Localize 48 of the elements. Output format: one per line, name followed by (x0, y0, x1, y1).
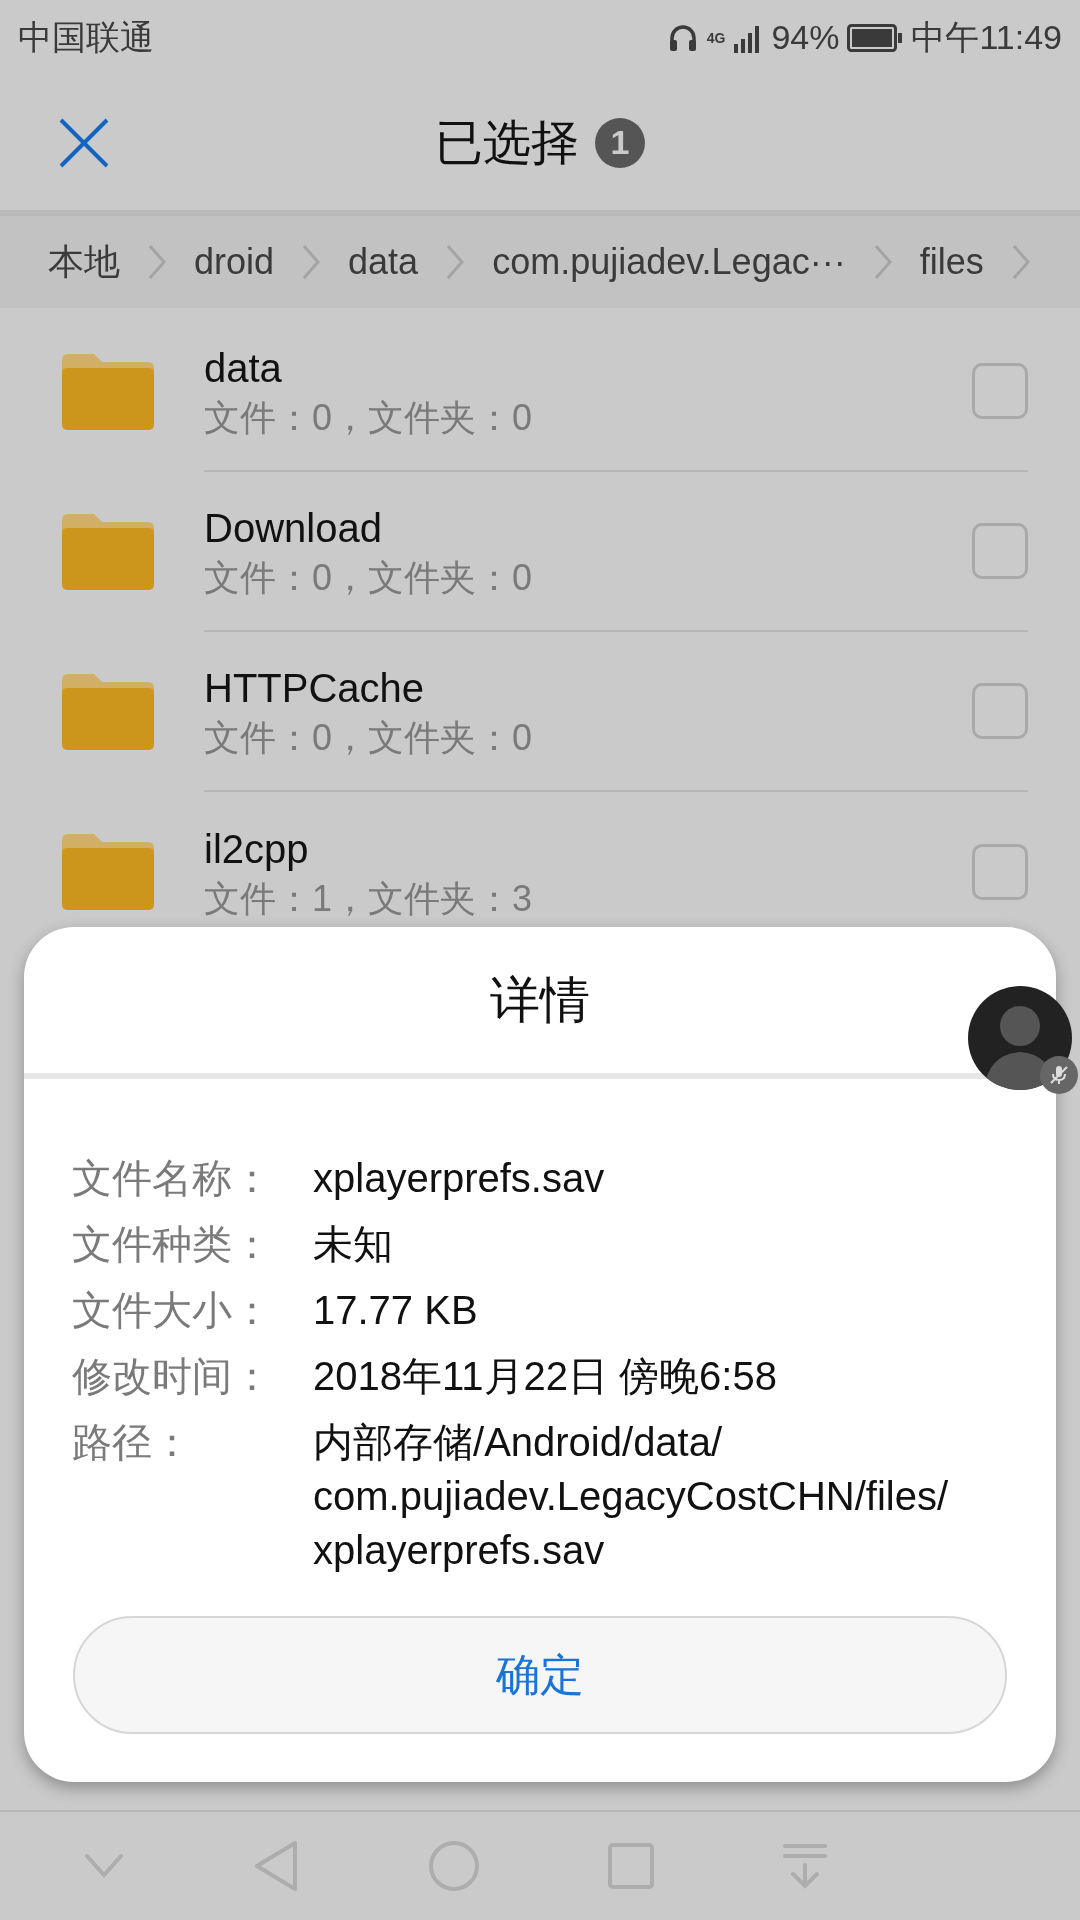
header-title: 已选择 (435, 114, 579, 171)
folder-name: Download (204, 504, 383, 552)
folder-name: il2cpp (204, 825, 310, 873)
breadcrumb-item[interactable]: droid (194, 235, 275, 289)
chevron-right-icon (300, 242, 323, 282)
detail-label: 路径： (72, 1419, 193, 1466)
notification-pulldown-icon[interactable] (782, 1843, 827, 1889)
folder-name: HTTPCache (204, 664, 426, 712)
detail-label: 文件名称： (72, 1155, 273, 1202)
network-type: 4G (706, 30, 726, 45)
breadcrumb-item[interactable]: 本地 (48, 235, 120, 289)
folder-info: 文件：0，文件夹：0 (204, 395, 534, 440)
breadcrumb-item[interactable]: data (348, 235, 419, 289)
back-icon[interactable] (253, 1840, 299, 1892)
chevron-right-icon (444, 242, 467, 282)
detail-label: 文件大小： (72, 1287, 273, 1334)
home-icon[interactable] (427, 1840, 480, 1892)
detail-value: 内部存储/Android/data/com.pujiadev.LegacyCostCHN/files/xplayerprefs.sav (313, 1419, 950, 1574)
clock-time: 中午11:49 (911, 17, 1062, 58)
detail-label: 文件种类： (72, 1221, 273, 1268)
folder-icon (62, 354, 154, 430)
checkbox[interactable] (972, 363, 1028, 419)
detail-value: 未知 (313, 1221, 394, 1268)
detail-value: xplayerprefs.sav (313, 1155, 606, 1202)
chevron-down-icon[interactable] (84, 1853, 125, 1879)
folder-info: 文件：1，文件夹：3 (204, 876, 534, 921)
battery-icon (847, 23, 904, 52)
selected-count-badge: 1 (595, 117, 645, 168)
battery-percent: 94% (771, 17, 840, 58)
breadcrumb-item[interactable]: com.pujiadev.Legac··· (492, 235, 846, 289)
recent-apps-icon[interactable] (608, 1843, 655, 1889)
folder-name: data (204, 344, 283, 392)
detail-value: 17.77 KB (313, 1287, 479, 1334)
folder-icon (62, 834, 154, 910)
detail-label: 修改时间： (72, 1353, 273, 1400)
folder-icon (62, 514, 154, 590)
folder-icon (62, 674, 154, 750)
detail-value: 2018年11月22日 傍晚6:58 (313, 1353, 778, 1400)
dialog-title: 详情 (490, 970, 590, 1030)
checkbox[interactable] (972, 683, 1028, 739)
checkbox[interactable] (972, 523, 1028, 579)
ok-button[interactable]: 确定 (73, 1616, 1007, 1734)
chevron-right-icon (146, 242, 168, 282)
breadcrumb-item[interactable]: files (919, 235, 984, 289)
carrier-name: 中国联通 (18, 17, 154, 58)
folder-info: 文件：0，文件夹：0 (204, 715, 534, 760)
folder-info: 文件：0，文件夹：0 (204, 555, 534, 600)
checkbox[interactable] (972, 844, 1028, 900)
